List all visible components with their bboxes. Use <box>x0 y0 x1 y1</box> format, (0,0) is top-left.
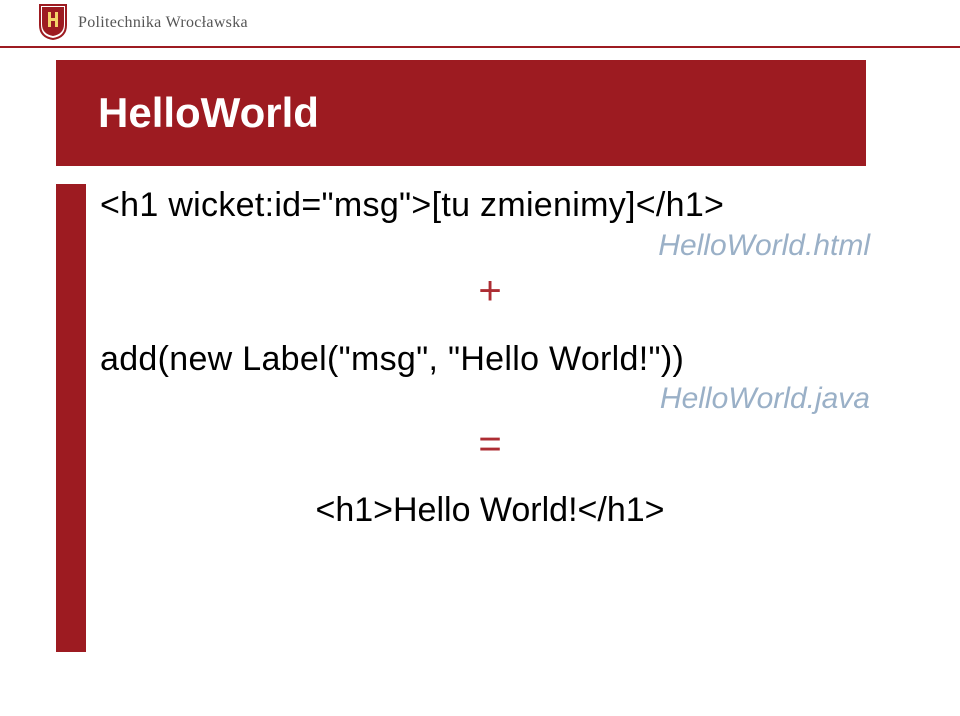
slide-title-box: HelloWorld <box>56 60 866 166</box>
header-bar: Politechnika Wrocławska <box>0 0 960 48</box>
side-accent-strip <box>56 184 86 652</box>
source-note-java: HelloWorld.java <box>100 382 880 416</box>
code-line-html: <h1 wicket:id="msg">[tu zmienimy]</h1> <box>100 184 880 227</box>
source-note-html: HelloWorld.html <box>100 229 880 263</box>
code-line-java: add(new Label("msg", "Hello World!")) <box>100 338 880 381</box>
equals-operator: = <box>100 422 880 467</box>
institution-name: Politechnika Wrocławska <box>78 14 248 32</box>
result-line: <h1>Hello World!</h1> <box>100 491 880 530</box>
slide-content: <h1 wicket:id="msg">[tu zmienimy]</h1> H… <box>100 184 880 530</box>
slide-title: HelloWorld <box>98 89 319 137</box>
plus-operator: + <box>100 269 880 314</box>
institution-logo <box>38 3 68 46</box>
